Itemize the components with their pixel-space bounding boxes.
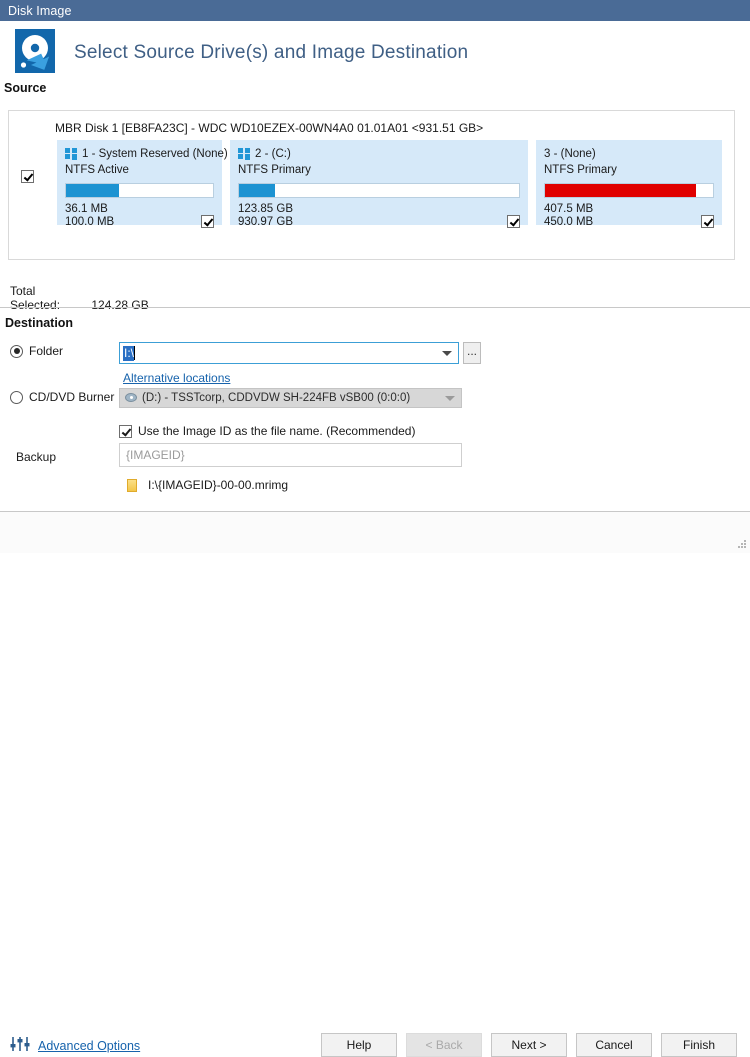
partition-used: 123.85 GB	[238, 203, 293, 215]
partition-tile[interactable]: 2 - (C:) NTFS Primary 123.85 GB 930.97 G…	[230, 140, 528, 228]
partition-usage-bar	[238, 183, 520, 198]
partition-select-checkbox[interactable]	[701, 215, 714, 228]
text-caret	[134, 346, 136, 360]
partition-header: 3 - (None)	[544, 146, 714, 161]
partition-title: 3 - (None)	[544, 147, 596, 160]
cd-dvd-radio-label: CD/DVD Burner	[29, 390, 115, 404]
source-section-label: Source	[4, 81, 47, 95]
footer-bar: Advanced Options Help < Back Next > Canc…	[0, 512, 750, 1057]
resulting-path-row: I:\{IMAGEID}-00-00.mrimg	[127, 478, 288, 492]
resize-grip[interactable]	[737, 540, 747, 550]
chevron-down-icon[interactable]	[442, 350, 452, 356]
checkbox-glyph	[119, 424, 132, 438]
help-button[interactable]: Help	[321, 1033, 397, 1057]
disk-image-icon	[11, 27, 63, 79]
disk-title: MBR Disk 1 [EB8FA23C] - WDC WD10EZEX-00W…	[55, 121, 484, 135]
alternative-locations-link[interactable]: Alternative locations	[123, 371, 230, 385]
windows-logo-icon	[65, 147, 77, 160]
partition-total: 100.0 MB	[65, 216, 115, 228]
partition-header: 1 - System Reserved (None)	[65, 146, 228, 161]
file-name-input[interactable]: {IMAGEID}	[119, 443, 462, 467]
page-header: Select Source Drive(s) and Image Destina…	[0, 21, 750, 99]
advanced-options-link[interactable]: Advanced Options	[38, 1039, 140, 1053]
section-divider	[0, 307, 750, 308]
window-titlebar: Disk Image	[0, 0, 750, 21]
partition-footer: 36.1 MB 100.0 MB	[65, 203, 214, 229]
partition-used: 36.1 MB	[65, 203, 108, 215]
partition-select-checkbox[interactable]	[201, 215, 214, 228]
partition-list: 1 - System Reserved (None) NTFS Active 3…	[57, 140, 722, 228]
finish-button[interactable]: Finish	[661, 1033, 737, 1057]
cd-dvd-burner-select: (D:) - TSSTcorp, CDDVDW SH-224FB vSB00 (…	[119, 388, 462, 408]
partition-sizes: 36.1 MB 100.0 MB	[65, 203, 114, 229]
checkbox-glyph	[21, 170, 34, 183]
partition-header: 2 - (C:)	[238, 146, 520, 161]
cd-dvd-radio[interactable]: CD/DVD Burner	[10, 390, 114, 404]
use-image-id-label: Use the Image ID as the file name. (Reco…	[138, 424, 416, 438]
cd-dvd-burner-value: (D:) - TSSTcorp, CDDVDW SH-224FB vSB00 (…	[142, 392, 411, 404]
partition-usage-bar	[544, 183, 714, 198]
partition-tile[interactable]: 3 - (None) NTFS Primary 407.5 MB 450.0 M…	[536, 140, 722, 228]
disc-drive-icon	[125, 392, 138, 405]
partition-select-checkbox[interactable]	[507, 215, 520, 228]
radio-glyph	[10, 390, 23, 404]
partition-footer: 407.5 MB 450.0 MB	[544, 203, 714, 229]
folder-path-value: I:\	[123, 345, 135, 361]
resulting-path: I:\{IMAGEID}-00-00.mrimg	[148, 478, 289, 492]
partition-filesystem: NTFS Primary	[544, 164, 617, 176]
page-title: Select Source Drive(s) and Image Destina…	[74, 42, 469, 63]
backup-label: Backup	[16, 450, 57, 464]
partition-used: 407.5 MB	[544, 203, 594, 215]
cancel-button[interactable]: Cancel	[576, 1033, 652, 1057]
disk-select-checkbox[interactable]	[21, 170, 34, 186]
file-name-placeholder: {IMAGEID}	[126, 448, 185, 462]
partition-total: 930.97 GB	[238, 216, 293, 228]
total-selected-value: 124.28 GB	[91, 298, 149, 312]
partition-title: 2 - (C:)	[255, 147, 291, 160]
partition-title: 1 - System Reserved (None)	[82, 147, 228, 160]
partition-sizes: 407.5 MB 450.0 MB	[544, 203, 593, 229]
back-button: < Back	[406, 1033, 482, 1057]
partition-filesystem: NTFS Primary	[238, 164, 311, 176]
destination-section-label: Destination	[5, 316, 74, 330]
window-title: Disk Image	[8, 3, 72, 18]
partition-filesystem: NTFS Active	[65, 164, 129, 176]
radio-glyph	[10, 344, 23, 358]
file-icon	[127, 478, 137, 492]
partition-tile[interactable]: 1 - System Reserved (None) NTFS Active 3…	[57, 140, 228, 228]
partition-footer: 123.85 GB 930.97 GB	[238, 203, 520, 229]
partition-total: 450.0 MB	[544, 216, 594, 228]
advanced-options[interactable]: Advanced Options	[10, 1035, 140, 1056]
use-image-id-checkbox[interactable]: Use the Image ID as the file name. (Reco…	[119, 424, 415, 438]
folder-path-input[interactable]: I:\	[119, 342, 459, 364]
chevron-down-icon	[445, 395, 455, 401]
source-panel: MBR Disk 1 [EB8FA23C] - WDC WD10EZEX-00W…	[8, 110, 735, 260]
next-button[interactable]: Next >	[491, 1033, 567, 1057]
windows-logo-icon	[238, 147, 250, 160]
partition-usage-bar	[65, 183, 214, 198]
sliders-icon	[10, 1035, 30, 1056]
browse-folder-button[interactable]: ...	[463, 342, 481, 364]
footer-buttons: Help < Back Next > Cancel Finish	[321, 1033, 737, 1057]
folder-radio-label: Folder	[29, 344, 64, 358]
partition-sizes: 123.85 GB 930.97 GB	[238, 203, 293, 229]
folder-radio[interactable]: Folder	[10, 344, 63, 358]
